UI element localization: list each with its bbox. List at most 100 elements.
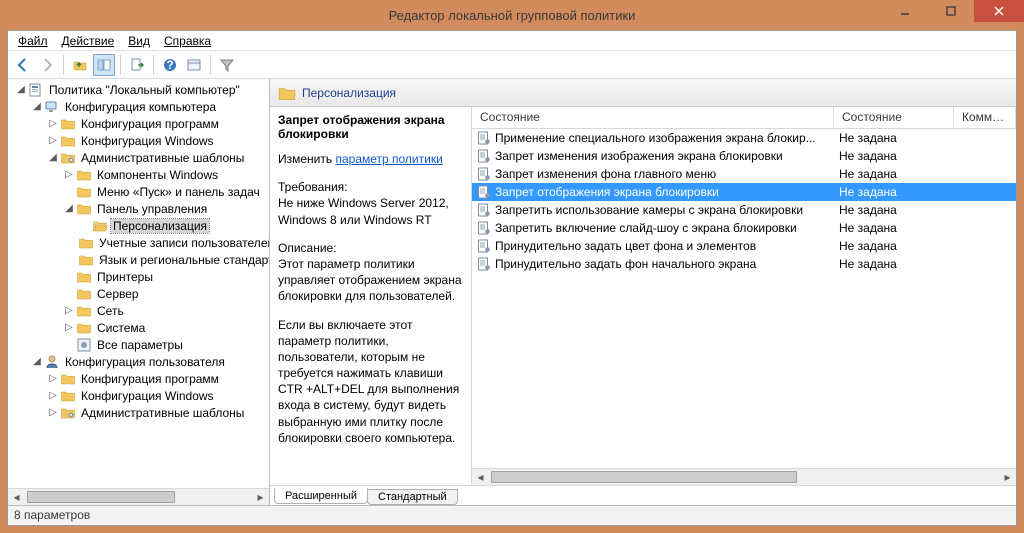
policy-state: Не задана	[839, 239, 897, 253]
folder-icon	[60, 150, 76, 166]
tree-u-cfg-windows[interactable]: ▷ Конфигурация Windows	[10, 387, 269, 404]
help-button[interactable]: ?	[159, 54, 181, 76]
policy-row[interactable]: Запрет отображения экрана блокировки Не …	[472, 183, 1016, 201]
policy-name: Запрет изменения изображения экрана блок…	[495, 149, 783, 163]
title-bar: Редактор локальной групповой политики	[0, 0, 1024, 30]
folder-icon	[92, 218, 108, 234]
show-hide-tree-button[interactable]	[93, 54, 115, 76]
policy-row[interactable]: Применение специального изображения экра…	[472, 129, 1016, 147]
tree-toggle[interactable]: ▷	[62, 322, 76, 333]
export-button[interactable]	[126, 54, 148, 76]
tab-extended[interactable]: Расширенный	[274, 488, 368, 504]
folder-icon	[78, 252, 94, 268]
tree-toggle[interactable]: ▷	[46, 373, 60, 384]
policy-name: Принудительно задать цвет фона и элемент…	[495, 239, 756, 253]
tree-server[interactable]: Сервер	[10, 285, 269, 302]
status-text: 8 параметров	[14, 508, 90, 522]
tree-personalization[interactable]: Персонализация	[10, 217, 269, 234]
tree-printers[interactable]: Принтеры	[10, 268, 269, 285]
menu-action[interactable]: Действие	[56, 32, 121, 50]
tree-toggle[interactable]: ◢	[30, 101, 44, 112]
policy-state: Не задана	[839, 203, 897, 217]
window-frame: Файл Действие Вид Справка ? ◢ Политика "…	[7, 30, 1017, 526]
properties-button[interactable]	[183, 54, 205, 76]
filter-button[interactable]	[216, 54, 238, 76]
tree-label: Административные шаблоны	[79, 406, 246, 420]
content-pane: Персонализация Запрет отображения экрана…	[270, 79, 1016, 505]
forward-button[interactable]	[36, 54, 58, 76]
content-header: Персонализация	[270, 79, 1016, 107]
tree-label: Сеть	[95, 304, 126, 318]
tree-toggle[interactable]: ◢	[46, 152, 60, 163]
tree-label: Персонализация	[111, 219, 209, 233]
menu-help[interactable]: Справка	[158, 32, 217, 50]
list-h-scrollbar[interactable]: ◂ ▸	[472, 468, 1016, 485]
tree-h-scrollbar[interactable]: ◂ ▸	[8, 488, 269, 505]
tree-toggle[interactable]: ▷	[46, 118, 60, 129]
folder-icon	[76, 303, 92, 319]
tree-toggle[interactable]: ◢	[14, 84, 28, 95]
svg-text:?: ?	[166, 58, 173, 72]
tree-computer-config[interactable]: ◢ Конфигурация компьютера	[10, 98, 269, 115]
description-text-2: Если вы включаете этот параметр политики…	[278, 317, 463, 447]
policy-row[interactable]: Принудительно задать цвет фона и элемент…	[472, 237, 1016, 255]
tree-toggle[interactable]: ◢	[30, 356, 44, 367]
minimize-button[interactable]	[882, 0, 928, 22]
tree-user-accounts[interactable]: Учетные записи пользователей	[10, 234, 269, 251]
menu-view[interactable]: Вид	[122, 32, 156, 50]
tree-control-panel[interactable]: ◢ Панель управления	[10, 200, 269, 217]
tree-network[interactable]: ▷ Сеть	[10, 302, 269, 319]
folder-icon	[76, 320, 92, 336]
policy-state: Не задана	[839, 131, 897, 145]
tree-system[interactable]: ▷ Система	[10, 319, 269, 336]
tree-label: Административные шаблоны	[79, 151, 246, 165]
column-state[interactable]: Состояние	[834, 107, 954, 128]
tree-label: Конфигурация пользователя	[63, 355, 227, 369]
tree-toggle[interactable]: ▷	[62, 169, 76, 180]
list-header: Состояние Состояние Комментарий	[472, 107, 1016, 129]
tree-all-params[interactable]: Все параметры	[10, 336, 269, 353]
policy-row[interactable]: Принудительно задать фон начального экра…	[472, 255, 1016, 273]
tree-toggle[interactable]: ▷	[46, 390, 60, 401]
close-button[interactable]	[974, 0, 1024, 22]
tree-user-config[interactable]: ◢ Конфигурация пользователя	[10, 353, 269, 370]
description-text-1: Этот параметр политики управляет отображ…	[278, 256, 463, 305]
policy-row[interactable]: Запрет изменения изображения экрана блок…	[472, 147, 1016, 165]
tree-admin-templates[interactable]: ◢ Административные шаблоны	[10, 149, 269, 166]
up-button[interactable]	[69, 54, 91, 76]
tree-toggle[interactable]: ▷	[46, 135, 60, 146]
tree-label: Политика "Локальный компьютер"	[47, 83, 242, 97]
maximize-button[interactable]	[928, 0, 974, 22]
tree-components-windows[interactable]: ▷ Компоненты Windows	[10, 166, 269, 183]
tree-cfg-programs[interactable]: ▷ Конфигурация программ	[10, 115, 269, 132]
policy-row[interactable]: Запретить включение слайд-шоу с экрана б…	[472, 219, 1016, 237]
tab-standard[interactable]: Стандартный	[367, 489, 458, 505]
tree-root[interactable]: ◢ Политика "Локальный компьютер"	[10, 81, 269, 98]
view-tabs: Расширенный Стандартный	[270, 485, 1016, 505]
policy-row[interactable]: Запретить использование камеры с экрана …	[472, 201, 1016, 219]
folder-icon	[76, 184, 92, 200]
tree-label: Язык и региональные стандарты	[97, 253, 269, 267]
policy-row[interactable]: Запрет изменения фона главного меню Не з…	[472, 165, 1016, 183]
tree-cfg-windows[interactable]: ▷ Конфигурация Windows	[10, 132, 269, 149]
policy-name: Запретить включение слайд-шоу с экрана б…	[495, 221, 797, 235]
tree-toggle[interactable]: ◢	[62, 203, 76, 214]
folder-icon	[76, 286, 92, 302]
detail-title: Запрет отображения экрана блокировки	[278, 113, 463, 141]
folder-icon	[278, 84, 296, 102]
tree-lang-regional[interactable]: Язык и региональные стандарты	[10, 251, 269, 268]
column-comment[interactable]: Комментарий	[954, 107, 1016, 128]
column-name[interactable]: Состояние	[472, 107, 834, 128]
tree-u-cfg-programs[interactable]: ▷ Конфигурация программ	[10, 370, 269, 387]
tree-toggle[interactable]: ▷	[46, 407, 60, 418]
menu-file[interactable]: Файл	[12, 32, 54, 50]
folder-icon	[44, 99, 60, 115]
tree-label: Компоненты Windows	[95, 168, 220, 182]
back-button[interactable]	[12, 54, 34, 76]
folder-icon	[60, 116, 76, 132]
edit-policy-link[interactable]: параметр политики	[335, 152, 442, 166]
tree-u-admin-templates[interactable]: ▷ Административные шаблоны	[10, 404, 269, 421]
tree-toggle[interactable]: ▷	[62, 305, 76, 316]
tree-start-taskbar[interactable]: Меню «Пуск» и панель задач	[10, 183, 269, 200]
folder-icon	[60, 371, 76, 387]
